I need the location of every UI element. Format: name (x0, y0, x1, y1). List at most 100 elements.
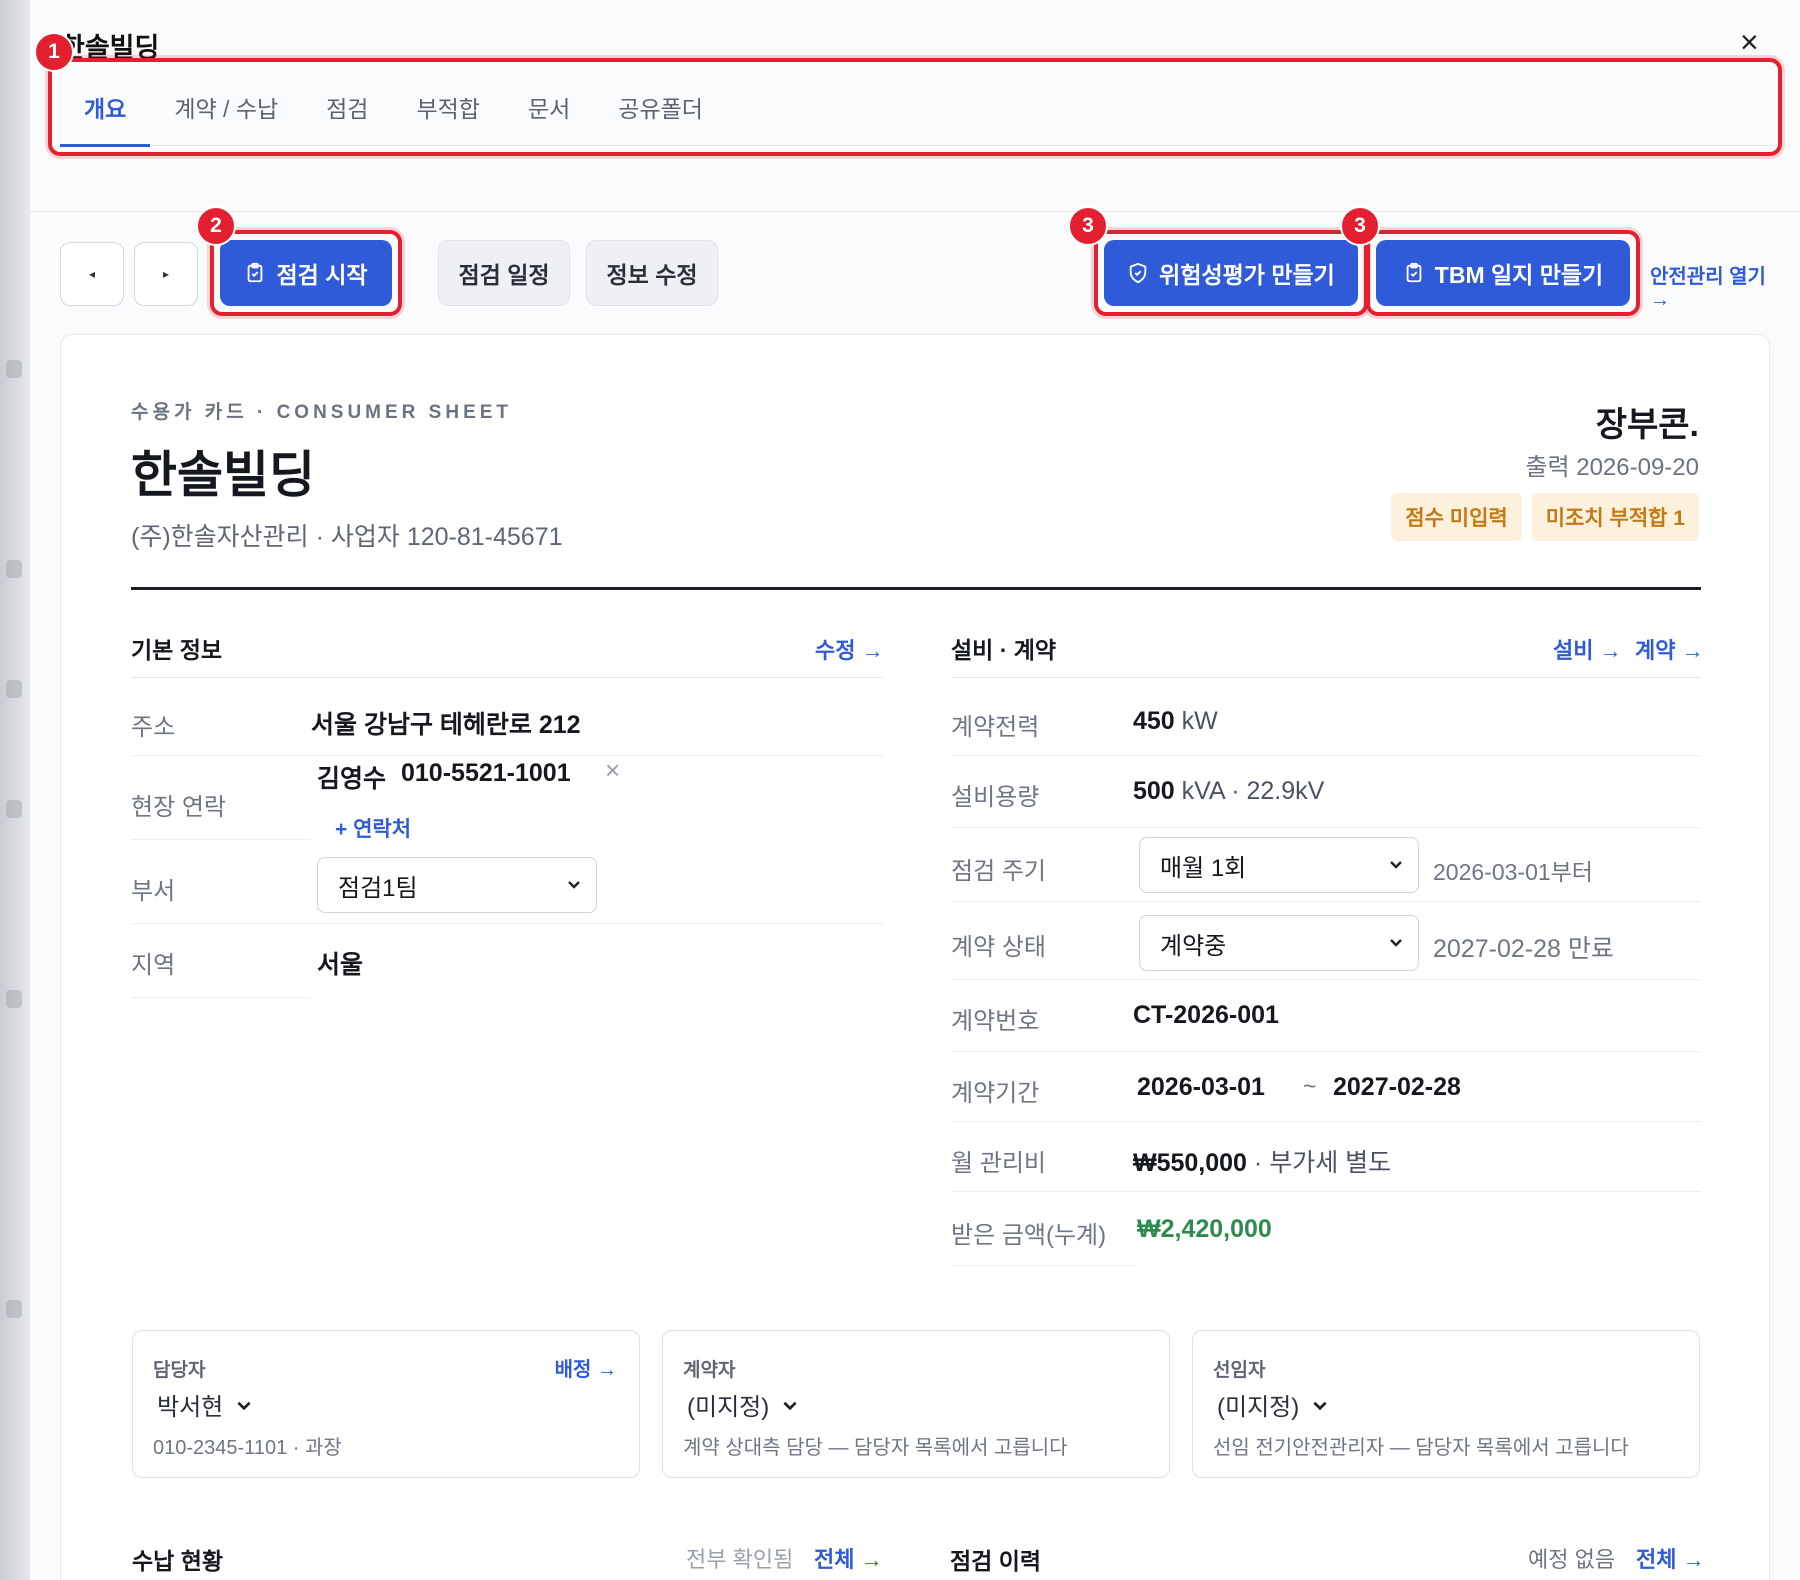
chevron-down-icon (783, 1401, 797, 1410)
monthly-fee-amount: ₩550,000 (1133, 1149, 1247, 1177)
inspection-cycle-select[interactable]: 매월 1회 (1139, 837, 1419, 893)
close-icon[interactable]: × (1740, 26, 1759, 58)
manager-select[interactable]: 박서현 (157, 1387, 253, 1422)
chevron-down-icon (568, 881, 580, 889)
contractor-select[interactable]: (미지정) (687, 1387, 799, 1422)
manager-value: 박서현 (157, 1394, 224, 1421)
action-toolbar: ◂ ▸ 점검 시작 2 점검 일정 정보 수정 위험성평가 만들기 3 TBM … (60, 206, 1780, 316)
contract-status-label: 계약 상태 (951, 934, 1046, 961)
contract-status-select[interactable]: 계약중 (1139, 915, 1419, 971)
tab-documents[interactable]: 문서 (504, 84, 594, 146)
contract-power-number: 450 (1133, 707, 1175, 735)
card-title: 한솔빌딩 (131, 447, 315, 503)
chevron-down-icon (1390, 861, 1402, 869)
received-amount-label: 받은 금액(누계) (951, 1222, 1107, 1249)
payment-status-note: 전부 확인됨 (686, 1547, 794, 1572)
edit-info-button[interactable]: 정보 수정 (586, 240, 718, 306)
chevron-down-icon (237, 1401, 251, 1410)
contract-link[interactable]: 계약 → (1635, 633, 1704, 665)
contractor-title: 계약자 (683, 1360, 736, 1381)
capacity-label: 설비용량 (951, 784, 1040, 811)
prev-button[interactable]: ◂ (60, 242, 124, 306)
background-window-edge (0, 0, 30, 1580)
contract-expiry-note: 2027-02-28 만료 (1433, 935, 1614, 963)
tab-shared-folder[interactable]: 공유폴더 (594, 84, 727, 146)
inspection-cycle-note: 2026-03-01부터 (1433, 859, 1593, 885)
facility-link[interactable]: 설비 → (1553, 633, 1622, 665)
contractor-detail: 계약 상대측 담당 — 담당자 목록에서 고릅니다 (683, 1437, 1068, 1459)
contract-power-value: 450 kW (1133, 707, 1218, 736)
risk-assessment-label: 위험성평가 만들기 (1159, 262, 1335, 288)
printed-date: 출력 2026-09-20 (1525, 454, 1699, 481)
divider (131, 997, 311, 998)
tab-inspection[interactable]: 점검 (302, 84, 392, 146)
status-badges: 점수 미입력 미조치 부적합 1 (1391, 493, 1699, 541)
manager-detail: 010-2345-1101 · 과장 (153, 1437, 342, 1459)
facility-contract-heading: 설비 · 계약 (951, 637, 1057, 663)
annotation-badge: 1 (34, 32, 74, 72)
contact-phone: 010-5521-1001 (401, 759, 571, 787)
remove-contact-icon[interactable]: × (605, 755, 620, 786)
card-eyebrow: 수용가 카드 · CONSUMER SHEET (131, 402, 513, 423)
status-badge: 미조치 부적합 1 (1531, 493, 1699, 541)
divider (951, 827, 1701, 828)
clipboard-icon (1406, 262, 1422, 283)
received-amount-value: ₩2,420,000 (1137, 1215, 1272, 1243)
status-badge: 점수 미입력 (1391, 493, 1522, 541)
address-label: 주소 (131, 714, 176, 741)
department-value: 점검1팀 (338, 874, 418, 902)
monthly-fee-value: ₩550,000 · 부가세 별도 (1133, 1143, 1391, 1179)
appointee-value: (미지정) (1217, 1394, 1300, 1421)
annotation-badge: 3 (1340, 206, 1380, 246)
contract-power-label: 계약전력 (951, 714, 1040, 741)
basic-info-heading: 기본 정보 (131, 637, 223, 663)
capacity-number: 500 (1133, 777, 1175, 805)
chevron-down-icon (1313, 1401, 1327, 1410)
address-value: 서울 강남구 테헤란로 212 (311, 711, 581, 739)
payment-all-link[interactable]: 전체 → (814, 1542, 883, 1574)
monthly-fee-note: · 부가세 별도 (1253, 1149, 1392, 1177)
tab-bar: 개요 계약 / 수납 점검 부적합 문서 공유폴더 (60, 84, 1780, 147)
contract-status-value: 계약중 (1160, 932, 1227, 960)
add-contact-link[interactable]: + 연락처 (335, 813, 411, 843)
inspection-cycle-value: 매월 1회 (1160, 854, 1247, 882)
start-inspection-label: 점검 시작 (276, 262, 368, 288)
start-inspection-button[interactable]: 점검 시작 (220, 240, 392, 306)
inspection-all-link[interactable]: 전체 → (1636, 1542, 1705, 1574)
tab-overview[interactable]: 개요 (60, 84, 151, 147)
divider (951, 677, 1701, 678)
risk-assessment-button[interactable]: 위험성평가 만들기 (1104, 240, 1358, 306)
tab-nonconformity[interactable]: 부적합 (392, 84, 503, 146)
divider (131, 587, 1701, 590)
assign-link[interactable]: 배정 → (555, 1353, 617, 1382)
department-select[interactable]: 점검1팀 (317, 857, 597, 913)
tbm-log-label: TBM 일지 만들기 (1434, 262, 1604, 288)
contract-number-label: 계약번호 (951, 1008, 1040, 1035)
contact-label: 현장 연락 (131, 794, 226, 821)
appointee-detail: 선임 전기안전관리자 — 담당자 목록에서 고릅니다 (1213, 1437, 1629, 1459)
tbm-log-button[interactable]: TBM 일지 만들기 (1376, 240, 1630, 306)
contract-number-value: CT-2026-001 (1133, 1001, 1279, 1029)
open-safety-link[interactable]: 안전관리 열기 → (1650, 260, 1780, 312)
region-value: 서울 (317, 951, 364, 979)
divider (951, 1051, 1701, 1052)
contractor-card: 계약자 (미지정) 계약 상대측 담당 — 담당자 목록에서 고릅니다 (662, 1330, 1170, 1478)
appointee-select[interactable]: (미지정) (1217, 1387, 1329, 1422)
annotation-badge: 3 (1068, 206, 1108, 246)
tab-contract-payment[interactable]: 계약 / 수납 (150, 84, 302, 146)
inspection-cycle-label: 점검 주기 (951, 858, 1046, 885)
contact-name: 김영수 (317, 765, 387, 793)
inspection-schedule-button[interactable]: 점검 일정 (438, 240, 570, 306)
clipboard-icon (248, 262, 263, 283)
divider (951, 901, 1701, 902)
region-label: 지역 (131, 952, 176, 979)
divider (131, 923, 883, 924)
basic-edit-link[interactable]: 수정 → (815, 633, 884, 665)
contract-period-start: 2026-03-01 (1137, 1073, 1265, 1101)
monthly-fee-label: 월 관리비 (951, 1150, 1046, 1177)
next-button[interactable]: ▸ (134, 242, 198, 306)
manager-card: 담당자 배정 → 박서현 010-2345-1101 · 과장 (132, 1330, 640, 1478)
inspection-history-note: 예정 없음 (1528, 1547, 1616, 1572)
appointee-card: 선임자 (미지정) 선임 전기안전관리자 — 담당자 목록에서 고릅니다 (1192, 1330, 1700, 1478)
divider (951, 1121, 1701, 1122)
